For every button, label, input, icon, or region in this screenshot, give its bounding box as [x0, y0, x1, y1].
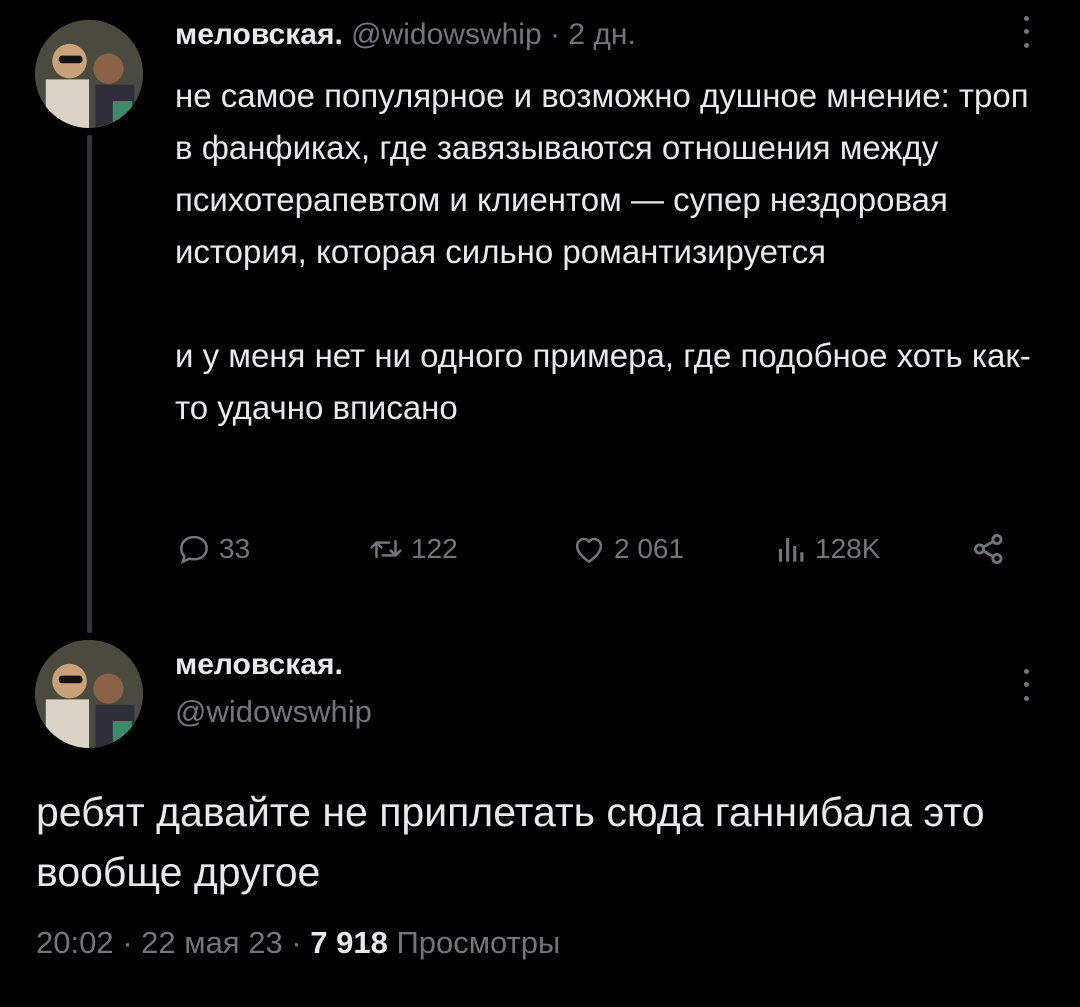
author-name[interactable]: меловская. [175, 18, 343, 51]
share-button[interactable] [970, 530, 1008, 568]
avatar-photo [35, 20, 143, 128]
heart-icon [575, 537, 603, 564]
main-tweet-text: ребят давайте не приплетать сюда ганниба… [36, 789, 985, 895]
like-button[interactable]: 2 061 [570, 530, 684, 568]
views-label[interactable]: Просмотры [396, 925, 560, 960]
author-handle[interactable]: @widowswhip [351, 18, 542, 51]
tweet-meta: 20:02 · 22 мая 23 · 7 918 Просмотры [36, 925, 560, 961]
tweet-time[interactable]: 20:02 [36, 925, 114, 960]
separator-dot: · [122, 925, 133, 960]
tweet-paragraph: не самое популярное и возможно душное мн… [175, 77, 1029, 270]
retweet-count: 122 [411, 533, 458, 564]
tweet-date[interactable]: 22 мая 23 [141, 925, 283, 960]
views-icon [778, 537, 804, 562]
separator-dot: · [291, 925, 302, 960]
tweet-paragraph: и у меня нет ни одного примера, где подо… [175, 337, 1031, 426]
views-button[interactable]: 128K [771, 530, 880, 568]
avatar-photo [35, 640, 143, 748]
tweet-actions-bar: 33 122 2 061 128K [175, 530, 1025, 574]
reply-tweet-text: не самое популярное и возможно душное мн… [175, 70, 1055, 434]
thread-line [87, 135, 92, 633]
author-handle[interactable]: @widowswhip [175, 694, 372, 730]
avatar[interactable] [35, 20, 143, 128]
avatar[interactable] [35, 640, 143, 748]
more-options-button[interactable] [1016, 665, 1036, 705]
views-count[interactable]: 7 918 [310, 925, 388, 960]
like-count: 2 061 [614, 533, 685, 564]
reply-icon [180, 535, 208, 564]
more-options-button[interactable] [1016, 12, 1036, 52]
share-icon [973, 533, 1003, 565]
author-name[interactable]: меловская. [175, 648, 343, 682]
reply-button[interactable]: 33 [175, 530, 250, 568]
reply-tweet-header: меловская. @widowswhip · 2 дн. [175, 18, 636, 52]
separator-dot: · [550, 18, 561, 51]
views-count: 128K [815, 533, 881, 564]
retweet-button[interactable]: 122 [367, 530, 458, 568]
retweet-icon [370, 539, 402, 559]
time-ago[interactable]: 2 дн. [568, 18, 635, 51]
reply-count: 33 [219, 533, 251, 564]
